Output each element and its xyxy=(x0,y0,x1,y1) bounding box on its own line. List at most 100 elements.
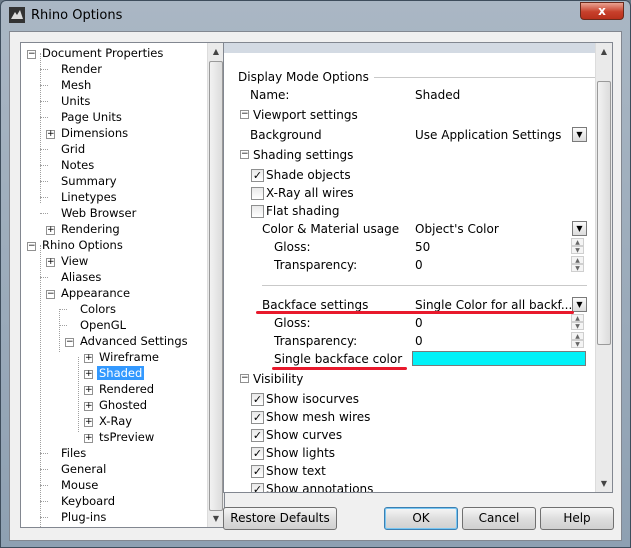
tree-item-tspreview[interactable]: + tsPreview xyxy=(84,429,156,445)
expand-icon[interactable]: + xyxy=(46,226,55,235)
tree-item-advanced-settings[interactable]: − Advanced Settings xyxy=(65,333,190,349)
tree-item-general[interactable]: General xyxy=(59,461,108,477)
tree-item-label: View xyxy=(61,254,89,268)
shade-objects-checkbox[interactable]: ✓ xyxy=(251,169,264,182)
show-text-label: Show text xyxy=(266,464,326,478)
scroll-up-arrow-icon[interactable]: ▲ xyxy=(596,43,612,60)
collapse-viewport-icon[interactable]: − xyxy=(240,110,249,119)
panel-scrollbar[interactable]: ▲ ▼ xyxy=(595,43,612,492)
expand-icon[interactable]: + xyxy=(84,434,93,443)
tree-item-mesh[interactable]: Mesh xyxy=(59,77,93,93)
tree-item-view[interactable]: + View xyxy=(46,253,90,269)
single-backface-color-swatch[interactable] xyxy=(412,351,586,366)
show-lights-checkbox[interactable]: ✓ xyxy=(251,447,264,460)
show-curves-checkbox[interactable]: ✓ xyxy=(251,429,264,442)
tree-scrollbar[interactable]: ▲ ▼ xyxy=(207,43,224,527)
tree-item-keyboard[interactable]: Keyboard xyxy=(59,493,117,509)
tree-item-document-properties[interactable]: − Document Properties xyxy=(27,45,165,61)
scroll-up-arrow-icon[interactable]: ▲ xyxy=(208,43,224,60)
tree-item-x-ray[interactable]: + X-Ray xyxy=(84,413,134,429)
tree-connector-line xyxy=(40,117,48,118)
tree-item-aliases[interactable]: Aliases xyxy=(59,269,103,285)
background-dropdown[interactable]: Use Application Settings xyxy=(412,126,590,144)
tree-item-opengl[interactable]: OpenGL xyxy=(78,317,128,333)
tree-item-label: Mouse xyxy=(61,478,99,492)
expand-icon[interactable]: + xyxy=(84,418,93,427)
scroll-down-arrow-icon[interactable]: ▼ xyxy=(596,475,612,492)
tree-item-notes[interactable]: Notes xyxy=(59,157,96,173)
display-mode-options-heading: Display Mode Options xyxy=(238,70,369,84)
tree-item-label: Modeling Aids xyxy=(59,526,143,527)
tree-item-units[interactable]: Units xyxy=(59,93,92,109)
collapse-icon[interactable]: − xyxy=(46,290,55,299)
scroll-thumb[interactable] xyxy=(597,81,611,345)
tree-item-mouse[interactable]: Mouse xyxy=(59,477,100,493)
rhino-icon xyxy=(9,7,25,23)
tree-item-dimensions[interactable]: + Dimensions xyxy=(46,125,130,141)
expand-icon[interactable]: + xyxy=(46,130,55,139)
backface-gloss-input[interactable]: 0 xyxy=(412,314,567,332)
help-button[interactable]: Help xyxy=(540,507,614,530)
cancel-button[interactable]: Cancel xyxy=(462,507,536,530)
collapse-shading-icon[interactable]: − xyxy=(240,150,249,159)
expand-icon[interactable]: + xyxy=(84,386,93,395)
close-button[interactable]: x xyxy=(580,2,624,20)
expand-icon[interactable]: + xyxy=(46,258,55,267)
show-isocurves-label: Show isocurves xyxy=(266,392,359,406)
gloss-spinner[interactable]: ▲ ▼ xyxy=(571,238,584,255)
tree-item-plug-ins[interactable]: Plug-ins xyxy=(59,509,108,525)
tree-item-summary[interactable]: Summary xyxy=(59,173,119,189)
collapse-visibility-icon[interactable]: − xyxy=(240,374,249,383)
name-field[interactable]: Shaded xyxy=(412,86,590,104)
tree-item-ghosted[interactable]: + Ghosted xyxy=(84,397,149,413)
show-annotations-checkbox[interactable]: ✓ xyxy=(251,483,264,492)
backface-gloss-spinner[interactable]: ▲ ▼ xyxy=(571,314,584,331)
tree-item-colors[interactable]: Colors xyxy=(78,301,118,317)
tree-item-rendering[interactable]: + Rendering xyxy=(46,221,122,237)
tree-item-label: Aliases xyxy=(61,270,102,284)
backface-transparency-input[interactable]: 0 xyxy=(412,332,567,350)
background-dropdown-arrow-icon[interactable]: ▼ xyxy=(572,127,587,142)
backface-dropdown-arrow-icon[interactable]: ▼ xyxy=(572,297,587,312)
tree-item-appearance[interactable]: − Appearance xyxy=(46,285,132,301)
expand-icon[interactable]: + xyxy=(84,370,93,379)
tree-item-rhino-options[interactable]: − Rhino Options xyxy=(27,237,125,253)
tree-item-linetypes[interactable]: Linetypes xyxy=(59,189,119,205)
ok-button[interactable]: OK xyxy=(384,507,458,530)
show-isocurves-checkbox[interactable]: ✓ xyxy=(251,393,264,406)
tree-item-files[interactable]: Files xyxy=(59,445,88,461)
show-text-checkbox[interactable]: ✓ xyxy=(251,465,264,478)
tree-item-page-units[interactable]: Page Units xyxy=(59,109,124,125)
collapse-icon[interactable]: − xyxy=(27,50,36,59)
tree-item-render[interactable]: Render xyxy=(59,61,104,77)
show-mesh-wires-checkbox[interactable]: ✓ xyxy=(251,411,264,424)
collapse-icon[interactable]: − xyxy=(27,242,36,251)
title-bar[interactable]: Rhino Options x xyxy=(1,1,630,31)
color-material-usage-dropdown[interactable]: Object's Color xyxy=(412,220,590,238)
viewport-settings-header: Viewport settings xyxy=(253,108,358,122)
tree-item-label: Rendered xyxy=(99,382,155,396)
flat-shading-checkbox[interactable] xyxy=(251,205,264,218)
tree-item-label: Rhino Options xyxy=(42,238,123,252)
scroll-down-arrow-icon[interactable]: ▼ xyxy=(208,510,224,527)
gloss-input[interactable]: 50 xyxy=(412,238,567,256)
collapse-icon[interactable]: − xyxy=(65,338,74,347)
backface-transparency-spinner[interactable]: ▲ ▼ xyxy=(571,332,584,349)
tree-item-web-browser[interactable]: Web Browser xyxy=(59,205,138,221)
expand-icon[interactable]: + xyxy=(84,354,93,363)
transparency-input[interactable]: 0 xyxy=(412,256,567,274)
restore-defaults-button[interactable]: Restore Defaults xyxy=(223,507,337,530)
expand-icon[interactable]: + xyxy=(84,402,93,411)
tree-item-rendered[interactable]: + Rendered xyxy=(84,381,156,397)
tree-item-shaded[interactable]: + Shaded xyxy=(84,365,145,381)
color-material-dropdown-arrow-icon[interactable]: ▼ xyxy=(572,221,587,236)
tree-item-grid[interactable]: Grid xyxy=(59,141,87,157)
tree-connector-line xyxy=(59,325,67,326)
tree-item-wireframe[interactable]: + Wireframe xyxy=(84,349,161,365)
dialog-client: ▲ ▼ − Document Properties Render Mesh Units P… xyxy=(9,31,622,541)
xray-all-wires-label: X-Ray all wires xyxy=(266,186,354,200)
xray-all-wires-checkbox[interactable] xyxy=(251,187,264,200)
tree-item-modeling-aids[interactable]: +Modeling Aids xyxy=(46,525,143,527)
transparency-spinner[interactable]: ▲ ▼ xyxy=(571,256,584,273)
scroll-thumb[interactable] xyxy=(209,61,223,511)
